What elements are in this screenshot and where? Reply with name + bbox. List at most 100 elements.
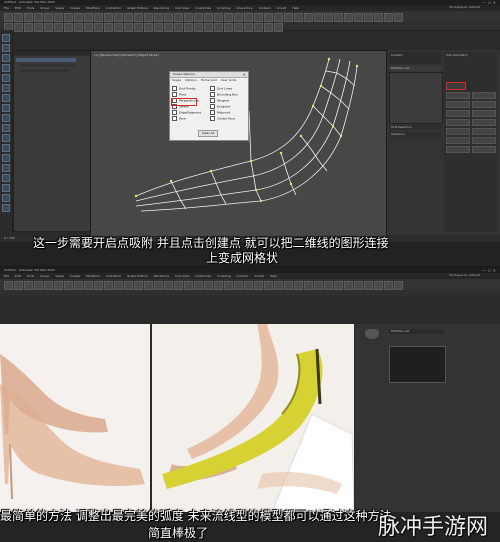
toolbar-icon[interactable] xyxy=(204,281,213,290)
top-viewport[interactable]: [+] [Perspective] [Standard] [Edged Face… xyxy=(90,50,387,237)
toolbar-icon[interactable] xyxy=(234,13,243,22)
menu-item[interactable]: Civil View xyxy=(175,6,189,10)
toolbar-icon[interactable] xyxy=(354,13,363,22)
toolbar-icon[interactable] xyxy=(24,281,33,290)
edit-geometry-rollout[interactable]: Edit Geometry xyxy=(446,54,468,57)
snap-option[interactable]: Face xyxy=(172,116,201,122)
command-icon[interactable] xyxy=(2,194,10,202)
teapot-icon[interactable] xyxy=(365,329,379,339)
snap-checkbox[interactable] xyxy=(172,92,177,97)
ribbon-icon[interactable] xyxy=(254,23,263,32)
ribbon-icon[interactable] xyxy=(214,23,223,32)
menu-item[interactable]: Scripting xyxy=(217,274,230,278)
toolbar-icon[interactable] xyxy=(14,281,23,290)
toolbar-icon[interactable] xyxy=(184,281,193,290)
menu-item[interactable]: Group xyxy=(40,6,49,10)
menu-item[interactable]: Interactive xyxy=(237,6,253,10)
panel-button[interactable] xyxy=(472,110,496,117)
toolbar-icon[interactable] xyxy=(254,281,263,290)
panel-button[interactable] xyxy=(472,92,496,99)
toolbar-icon[interactable] xyxy=(394,281,403,290)
ribbon-icon[interactable] xyxy=(234,23,243,32)
panel-button[interactable] xyxy=(446,146,470,153)
menu-item[interactable]: Arnold xyxy=(254,274,264,278)
selection-rollout[interactable]: Selection xyxy=(391,133,405,136)
soft-selection-rollout[interactable]: Soft Selection xyxy=(391,126,412,129)
toolbar-icon[interactable] xyxy=(164,13,173,22)
toolbar-icon[interactable] xyxy=(54,281,63,290)
toolbar-icon[interactable] xyxy=(324,13,333,22)
command-icon[interactable] xyxy=(2,114,10,122)
ribbon-icon[interactable] xyxy=(34,23,43,32)
toolbar-icon[interactable] xyxy=(104,13,113,22)
toolbar-icon[interactable] xyxy=(224,13,233,22)
ribbon-icon[interactable] xyxy=(194,23,203,32)
create-button-highlight[interactable] xyxy=(446,82,466,90)
ribbon-icon[interactable] xyxy=(154,23,163,32)
toolbar-icon[interactable] xyxy=(164,281,173,290)
command-icon[interactable] xyxy=(2,174,10,182)
panel-button[interactable] xyxy=(446,101,470,108)
scene-item[interactable] xyxy=(20,69,70,72)
workspace-select[interactable]: Workspaces: Default xyxy=(449,274,480,277)
toolbar-icon[interactable] xyxy=(94,13,103,22)
menu-item[interactable]: File xyxy=(4,274,9,278)
command-icon[interactable] xyxy=(2,104,10,112)
modifier-stack[interactable] xyxy=(389,346,446,383)
snap-checkbox[interactable] xyxy=(210,110,215,115)
toolbar-icon[interactable] xyxy=(64,13,73,22)
toolbar-icon[interactable] xyxy=(284,13,293,22)
menu-item[interactable]: Group xyxy=(40,274,49,278)
toolbar-icon[interactable] xyxy=(214,281,223,290)
ribbon-icon[interactable] xyxy=(64,23,73,32)
ribbon-icon[interactable] xyxy=(184,23,193,32)
ribbon-icon[interactable] xyxy=(174,23,183,32)
menu-item[interactable]: Tools xyxy=(27,274,34,278)
ribbon-icon[interactable] xyxy=(24,23,33,32)
ribbon-icon[interactable] xyxy=(114,23,123,32)
command-icon[interactable] xyxy=(2,54,10,62)
dialog-tab[interactable]: Options xyxy=(185,78,197,82)
toolbar-icon[interactable] xyxy=(184,13,193,22)
ribbon-icon[interactable] xyxy=(74,23,83,32)
toolbar-icon[interactable] xyxy=(354,281,363,290)
toolbar-icon[interactable] xyxy=(334,13,343,22)
panel-button[interactable] xyxy=(472,119,496,126)
toolbar-icon[interactable] xyxy=(224,281,233,290)
command-icon[interactable] xyxy=(2,184,10,192)
snap-checkbox[interactable] xyxy=(172,86,177,91)
toolbar-icon[interactable] xyxy=(324,281,333,290)
ribbon-icon[interactable] xyxy=(44,23,53,32)
command-icon[interactable] xyxy=(2,164,10,172)
panel-button[interactable] xyxy=(472,101,496,108)
ribbon-icon[interactable] xyxy=(264,23,273,32)
ribbon-icon[interactable] xyxy=(104,23,113,32)
toolbar-icon[interactable] xyxy=(84,281,93,290)
toolbar-icon[interactable] xyxy=(44,13,53,22)
snap-checkbox[interactable] xyxy=(210,116,215,121)
panel-button[interactable] xyxy=(472,137,496,144)
toolbar-icon[interactable] xyxy=(244,13,253,22)
ribbon-icon[interactable] xyxy=(134,23,143,32)
menu-item[interactable]: Edit xyxy=(15,6,21,10)
toolbar-icon[interactable] xyxy=(364,281,373,290)
menu-item[interactable]: Graph Editors xyxy=(127,274,148,278)
toolbar-icon[interactable] xyxy=(244,281,253,290)
command-icon[interactable] xyxy=(2,64,10,72)
panel-button[interactable] xyxy=(472,128,496,135)
panel-button[interactable] xyxy=(446,92,470,99)
ribbon-icon[interactable] xyxy=(244,23,253,32)
command-icon[interactable] xyxy=(2,144,10,152)
toolbar-icon[interactable] xyxy=(34,13,43,22)
menu-item[interactable]: Civil View xyxy=(175,274,189,278)
toolbar-icon[interactable] xyxy=(214,13,223,22)
menu-item[interactable]: Modifiers xyxy=(86,274,100,278)
panel-button[interactable] xyxy=(446,110,470,117)
snap-checkbox[interactable] xyxy=(172,110,177,115)
ribbon-icon[interactable] xyxy=(224,23,233,32)
menu-item[interactable]: Content xyxy=(259,6,271,10)
snap-checkbox[interactable] xyxy=(210,104,215,109)
scene-item[interactable] xyxy=(20,64,75,67)
toolbar-icon[interactable] xyxy=(394,13,403,22)
toolbar-icon[interactable] xyxy=(314,13,323,22)
